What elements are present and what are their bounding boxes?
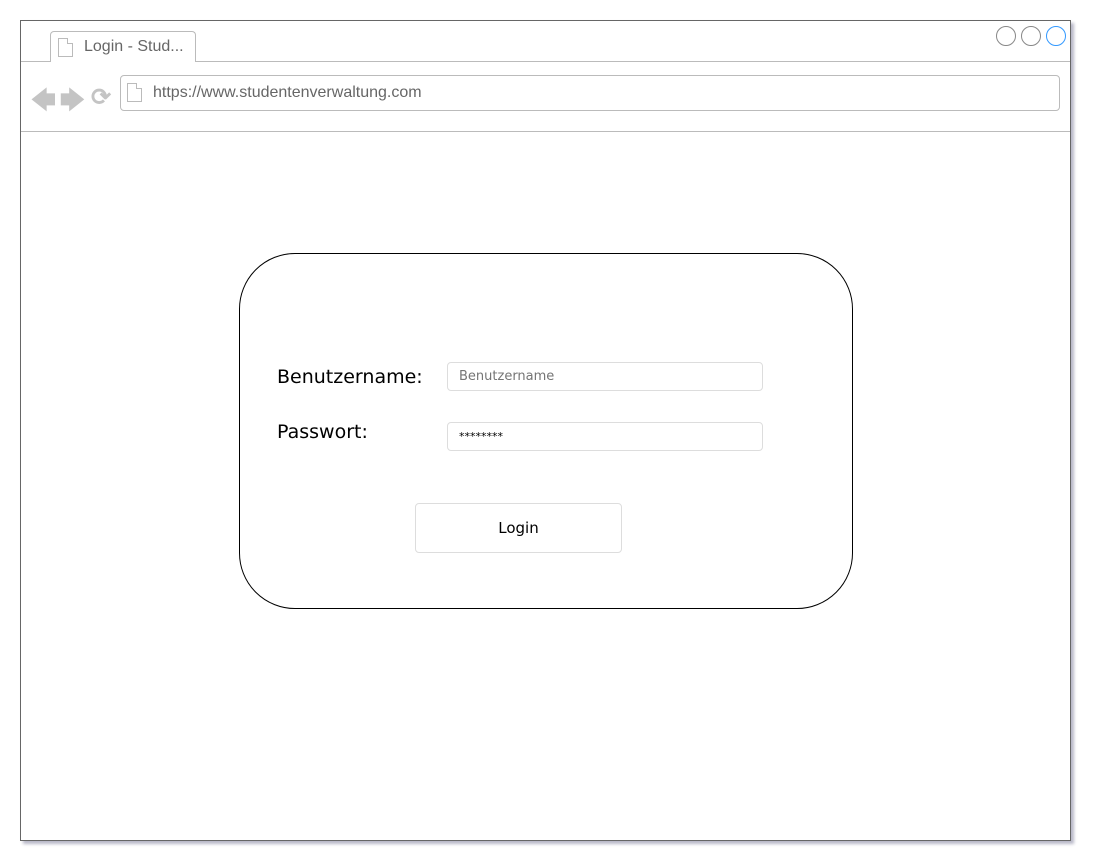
maximize-icon[interactable] <box>1021 26 1041 46</box>
tab-title: Login - Stud... <box>84 38 184 55</box>
reload-icon[interactable]: ⟳ <box>91 83 111 112</box>
address-bar[interactable]: https://www.studentenverwaltung.com <box>120 75 1060 111</box>
username-label: Benutzername: <box>277 366 423 388</box>
minimize-icon[interactable] <box>996 26 1016 46</box>
page-icon <box>58 38 73 57</box>
password-label: Passwort: <box>277 421 368 443</box>
username-input[interactable] <box>447 362 763 391</box>
close-icon[interactable] <box>1046 26 1066 46</box>
browser-tab[interactable]: Login - Stud... <box>50 31 196 62</box>
page-icon <box>127 83 142 102</box>
toolbar-divider <box>21 131 1070 132</box>
url-text: https://www.studentenverwaltung.com <box>153 84 422 101</box>
back-icon[interactable]: 🡄 <box>31 83 56 124</box>
login-button[interactable]: Login <box>415 503 622 553</box>
forward-icon[interactable]: 🡆 <box>60 83 85 124</box>
password-input[interactable] <box>447 422 763 451</box>
